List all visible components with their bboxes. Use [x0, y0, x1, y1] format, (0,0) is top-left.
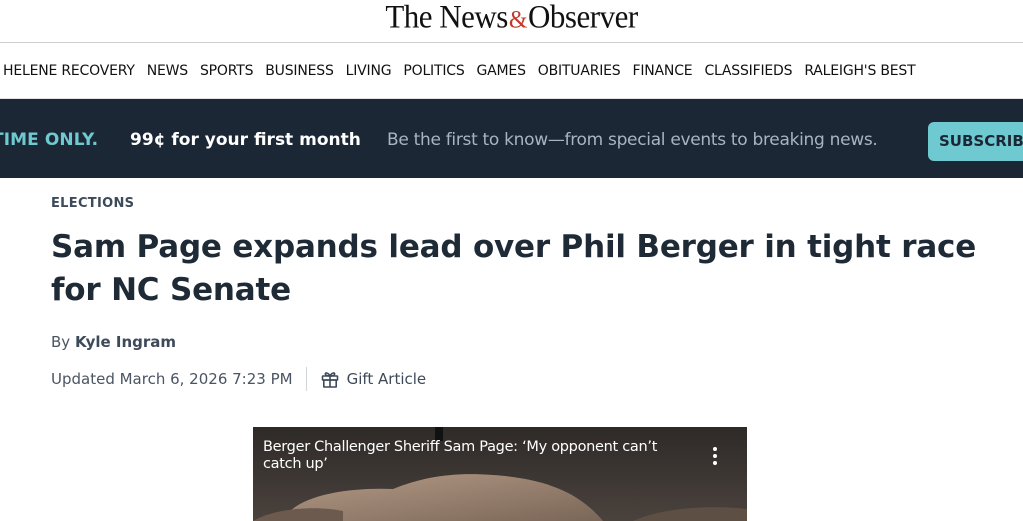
nav-item-classifieds[interactable]: CLASSIFIEDS [704, 63, 792, 79]
nav-item-sports[interactable]: SPORTS [200, 63, 253, 79]
subscribe-button[interactable]: SUBSCRIBE [928, 122, 1023, 161]
nav-item-living[interactable]: LIVING [346, 63, 392, 79]
logo-ampersand: & [508, 6, 528, 34]
site-logo[interactable]: The News&Observer [0, 0, 1023, 38]
nav-item-raleighs-best[interactable]: RALEIGH'S BEST [804, 63, 915, 79]
article-headline: Sam Page expands lead over Phil Berger i… [51, 229, 977, 308]
nav-item-news[interactable]: NEWS [147, 63, 188, 79]
more-vertical-icon[interactable] [708, 445, 722, 467]
article-meta: Updated March 6, 2026 7:23 PM Gift Artic… [51, 366, 426, 392]
nav-item-games[interactable]: GAMES [477, 63, 526, 79]
section-label[interactable]: ELECTIONS [51, 196, 134, 211]
updated-timestamp: Updated March 6, 2026 7:23 PM [51, 370, 293, 388]
main-nav: HELENE RECOVERY NEWS SPORTS BUSINESS LIV… [0, 43, 1023, 99]
nav-item-business[interactable]: BUSINESS [265, 63, 334, 79]
video-player[interactable]: Berger Challenger Sheriff Sam Page: ‘My … [253, 427, 747, 521]
nav-item-helene-recovery[interactable]: HELENE RECOVERY [3, 63, 135, 79]
video-title: Berger Challenger Sheriff Sam Page: ‘My … [263, 439, 658, 472]
logo-text-1: The News [385, 0, 508, 35]
nav-item-obituaries[interactable]: OBITUARIES [538, 63, 621, 79]
gift-article-label: Gift Article [346, 370, 427, 388]
promo-limited-time: TIME ONLY. [0, 130, 99, 150]
promo-description: Be the first to know—from special events… [387, 130, 878, 150]
subscription-promo-banner: TIME ONLY. 99¢ for your first month Be t… [0, 99, 1023, 178]
gift-article-button[interactable]: Gift Article [320, 369, 427, 389]
meta-divider [305, 367, 307, 391]
promo-price-emph: first month [253, 130, 361, 150]
promo-price-prefix: 99¢ for your [130, 130, 254, 150]
author-link[interactable]: Kyle Ingram [75, 333, 176, 351]
logo-text-2: Observer [528, 0, 638, 35]
promo-price-offer: 99¢ for your first month [130, 130, 361, 150]
byline-prefix: By [51, 333, 75, 351]
gift-icon [321, 372, 338, 388]
nav-item-politics[interactable]: POLITICS [403, 63, 464, 79]
byline: By Kyle Ingram [51, 333, 176, 351]
nav-item-finance[interactable]: FINANCE [633, 63, 693, 79]
masthead: The News&Observer [0, 0, 1023, 43]
